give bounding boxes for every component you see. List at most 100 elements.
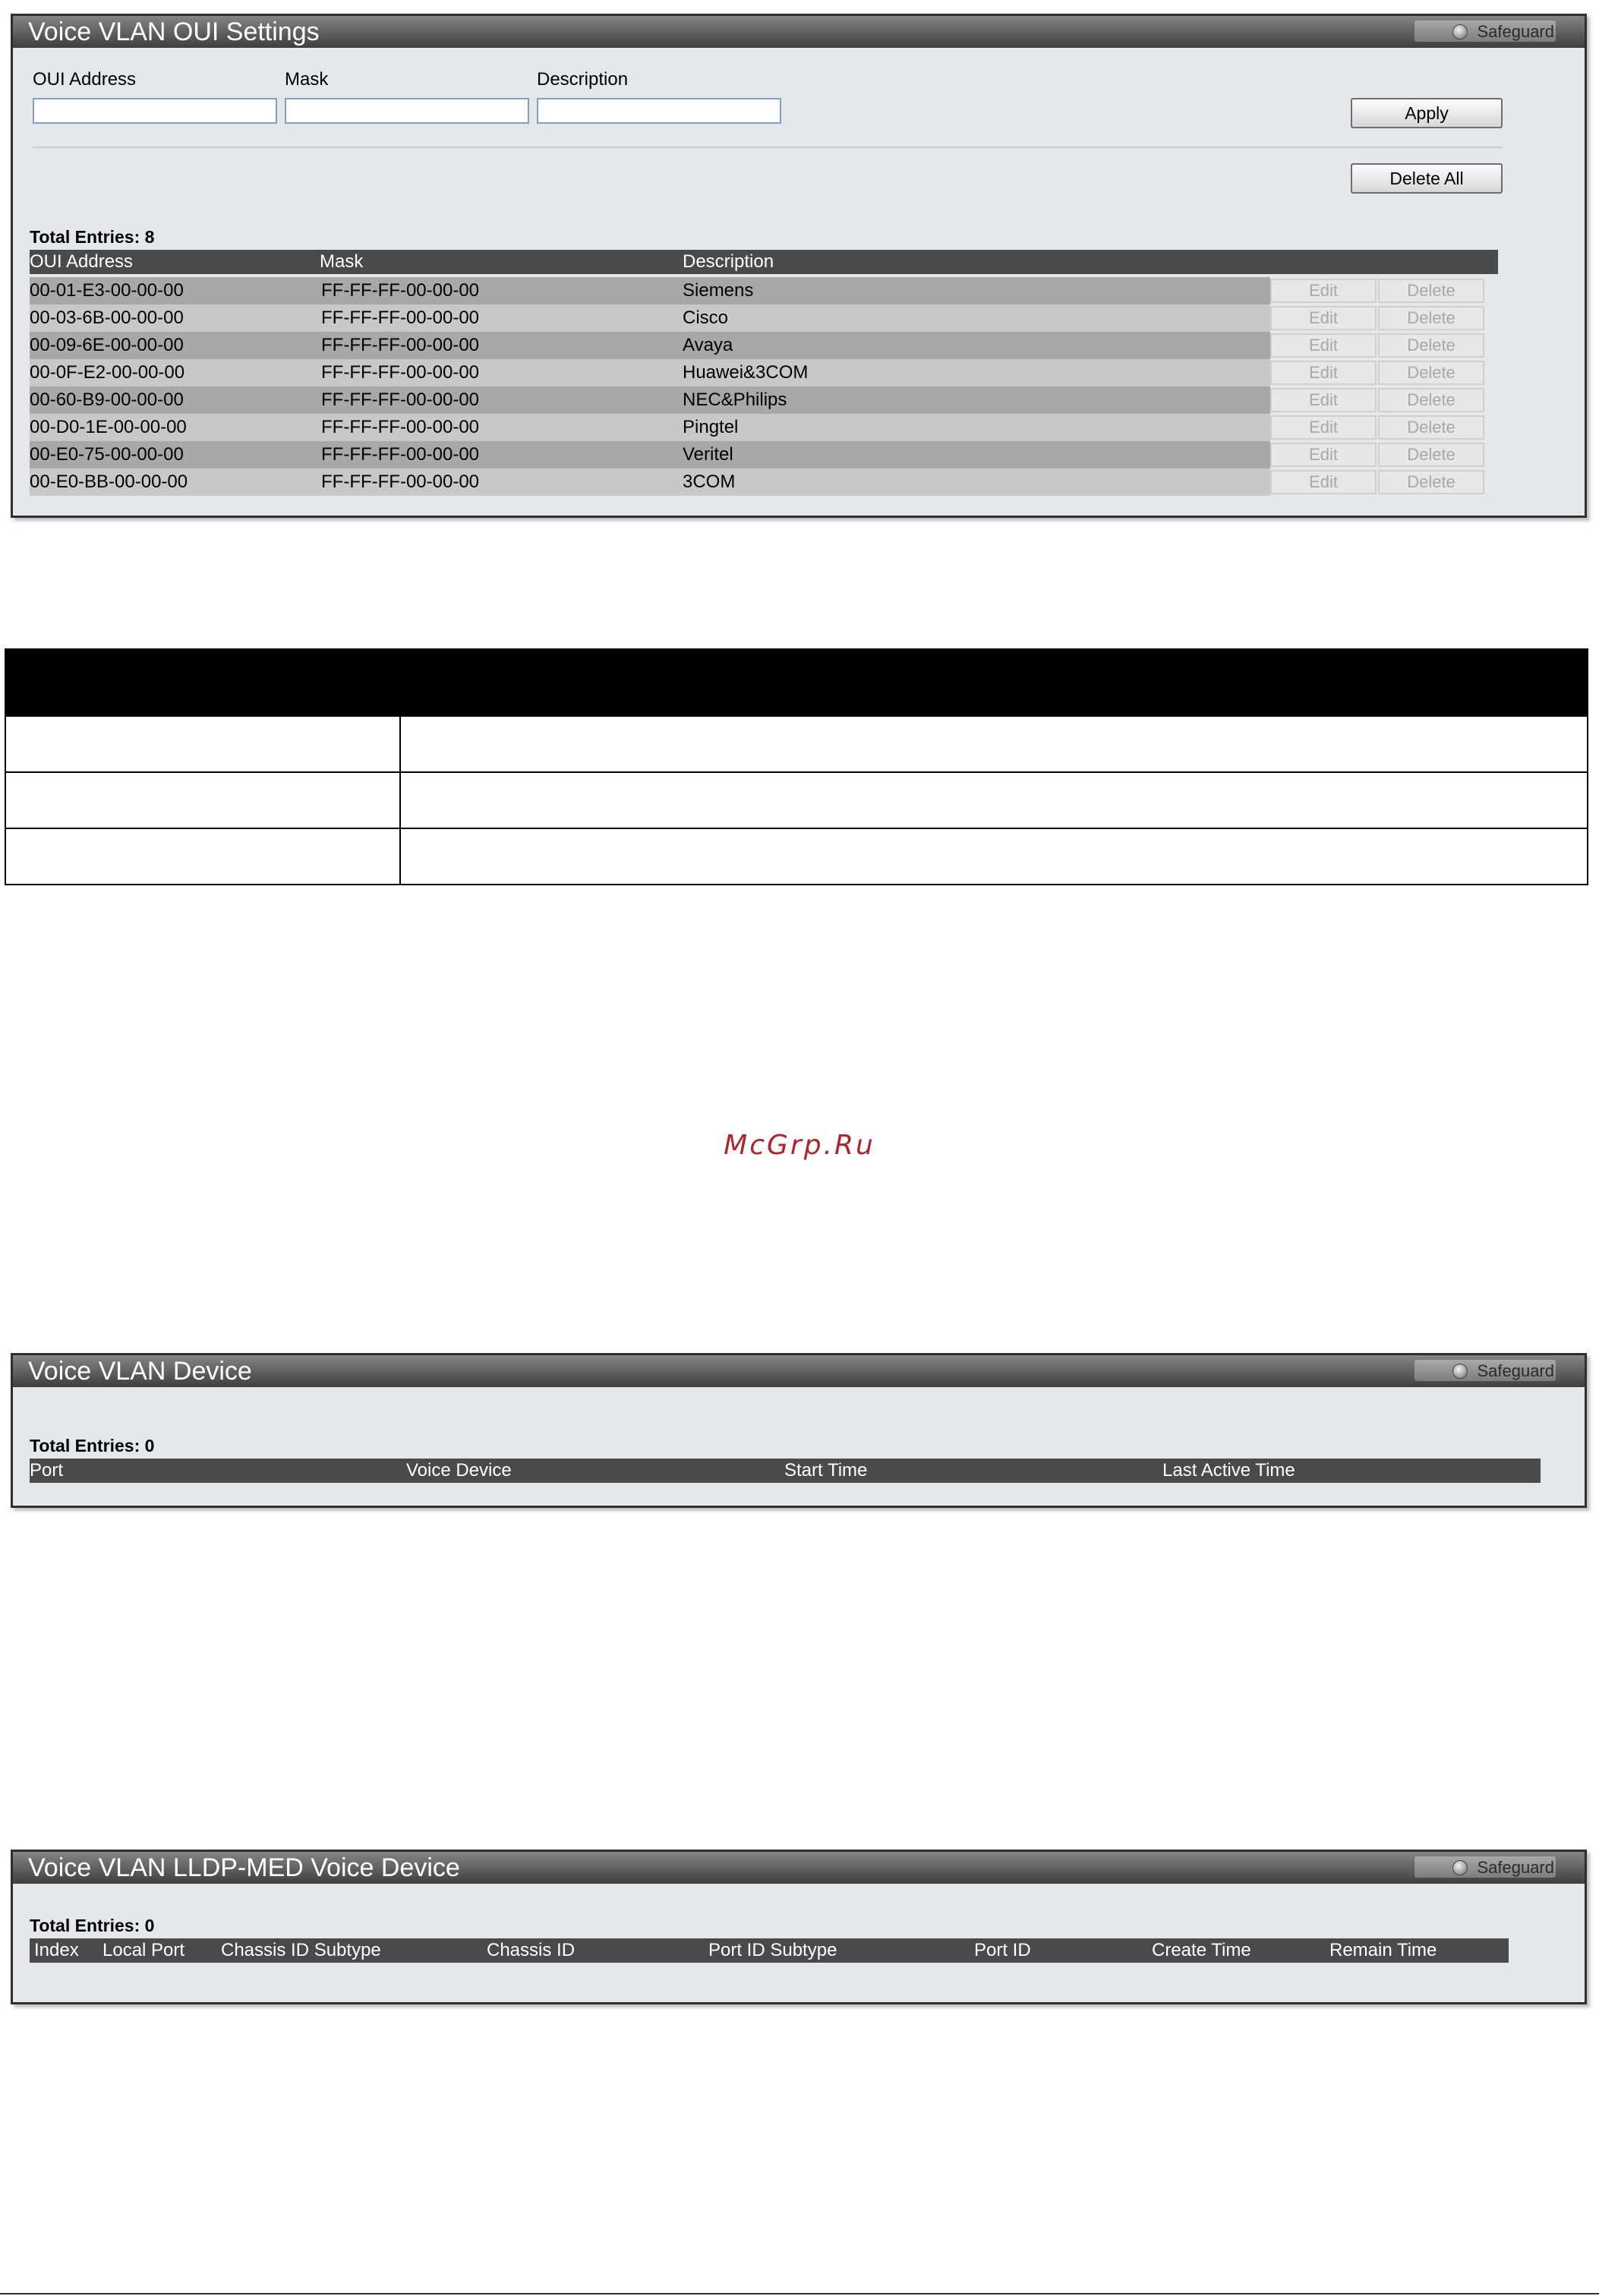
col-last-active-time: Last Active Time (1162, 1460, 1295, 1481)
delete-button[interactable]: Delete (1378, 361, 1484, 385)
table-cell (399, 771, 1588, 829)
oui-address-cell: 00-01-E3-00-00-00 (30, 280, 184, 301)
safeguard-indicator: Safeguard (1452, 1361, 1554, 1381)
table-cell (5, 771, 401, 829)
safeguard-indicator: Safeguard (1452, 22, 1554, 42)
col-create-time: Create Time (1152, 1940, 1251, 1960)
col-chassis-id: Chassis ID (487, 1940, 576, 1960)
lldp-table-header: Index Local Port Chassis ID Subtype Chas… (30, 1938, 1509, 1963)
col-port-id-subtype: Port ID Subtype (708, 1940, 837, 1960)
mask-label: Mask (285, 69, 329, 90)
description-cell: Pingtel (683, 417, 739, 437)
delete-button[interactable]: Delete (1378, 306, 1484, 330)
apply-button[interactable]: Apply (1351, 98, 1503, 128)
description-cell: NEC&Philips (683, 390, 787, 410)
safeguard-status-icon (1452, 1860, 1468, 1875)
edit-button[interactable]: Edit (1270, 443, 1377, 467)
oui-table-header: OUI Address Mask Description (30, 250, 1498, 274)
safeguard-indicator: Safeguard (1452, 1858, 1554, 1878)
mask-cell: FF-FF-FF-00-00-00 (321, 308, 480, 328)
col-port-id: Port ID (974, 1940, 1031, 1960)
panel-title-bar: Voice VLAN Device Safeguard (13, 1355, 1585, 1387)
total-entries: Total Entries: 0 (30, 1916, 155, 1935)
col-voice-device: Voice Device (406, 1460, 512, 1481)
safeguard-label: Safeguard (1477, 1361, 1554, 1380)
panel-title-bar: Voice VLAN OUI Settings Safeguard (13, 16, 1585, 48)
table-row: 00-E0-BB-00-00-00 FF-FF-FF-00-00-00 3COM (30, 468, 1270, 496)
edit-button[interactable]: Edit (1270, 470, 1377, 494)
description-cell: Veritel (683, 444, 733, 465)
col-port: Port (30, 1460, 64, 1481)
lldp-med-voice-device-panel: Voice VLAN LLDP-MED Voice Device Safegua… (11, 1850, 1587, 2004)
table-row: 00-E0-75-00-00-00 FF-FF-FF-00-00-00 Verite… (30, 441, 1270, 468)
oui-address-cell: 00-0F-E2-00-00-00 (30, 362, 185, 383)
mask-cell: FF-FF-FF-00-00-00 (321, 335, 480, 355)
col-chassis-id-subtype: Chassis ID Subtype (221, 1940, 381, 1960)
delete-button[interactable]: Delete (1378, 388, 1484, 412)
edit-button[interactable]: Edit (1270, 388, 1377, 412)
oui-address-cell: 00-09-6E-00-00-00 (30, 335, 184, 355)
oui-address-input[interactable] (33, 98, 277, 124)
description-input[interactable] (537, 98, 781, 124)
delete-button[interactable]: Delete (1378, 443, 1484, 467)
voice-device-panel: Voice VLAN Device Safeguard Total Entrie… (11, 1353, 1587, 1508)
table-row: 00-0F-E2-00-00-00 FF-FF-FF-00-00-00 Huawei… (30, 359, 1270, 386)
mask-cell: FF-FF-FF-00-00-00 (321, 390, 480, 410)
table-cell (399, 715, 1588, 773)
col-start-time: Start Time (784, 1460, 868, 1481)
parameter-description-table (5, 648, 1588, 885)
panel-title: Voice VLAN Device (28, 1357, 252, 1386)
total-entries: Total Entries: 0 (30, 1436, 155, 1456)
voice-device-table-header: Port Voice Device Start Time Last Active… (30, 1459, 1541, 1483)
mask-cell: FF-FF-FF-00-00-00 (321, 280, 480, 301)
safeguard-label: Safeguard (1477, 1858, 1554, 1877)
table-row (5, 828, 1588, 885)
oui-address-cell: 00-60-B9-00-00-00 (30, 390, 184, 410)
oui-address-cell: 00-03-6B-00-00-00 (30, 308, 184, 328)
watermark-text: McGrp.Ru (724, 1130, 875, 1161)
edit-button[interactable]: Edit (1270, 333, 1377, 358)
total-entries: Total Entries: 8 (30, 227, 155, 247)
mask-cell: FF-FF-FF-00-00-00 (321, 472, 480, 492)
delete-button[interactable]: Delete (1378, 279, 1484, 303)
delete-all-button[interactable]: Delete All (1351, 163, 1503, 194)
delete-button[interactable]: Delete (1378, 470, 1484, 494)
mask-cell: FF-FF-FF-00-00-00 (321, 362, 480, 383)
edit-button[interactable]: Edit (1270, 415, 1377, 440)
safeguard-status-icon (1452, 24, 1468, 39)
oui-address-cell: 00-E0-75-00-00-00 (30, 444, 184, 465)
edit-button[interactable]: Edit (1270, 306, 1377, 330)
description-cell: Huawei&3COM (683, 362, 809, 383)
description-cell: 3COM (683, 472, 736, 492)
table-header-cell (399, 648, 1588, 717)
table-cell (399, 828, 1588, 885)
table-row (5, 771, 1588, 829)
description-label: Description (537, 69, 629, 90)
panel-title: Voice VLAN LLDP-MED Voice Device (28, 1853, 460, 1882)
oui-address-label: OUI Address (33, 69, 137, 90)
col-local-port: Local Port (102, 1940, 185, 1960)
col-oui-address: OUI Address (30, 251, 134, 272)
edit-button[interactable]: Edit (1270, 361, 1377, 385)
delete-button[interactable]: Delete (1378, 415, 1484, 440)
table-row (5, 715, 1588, 773)
edit-button[interactable]: Edit (1270, 279, 1377, 303)
separator-line (33, 147, 1503, 148)
mask-cell: FF-FF-FF-00-00-00 (321, 417, 480, 437)
col-remain-time: Remain Time (1329, 1940, 1437, 1960)
page-bottom-rule (0, 2293, 1599, 2294)
panel-title-bar: Voice VLAN LLDP-MED Voice Device Safegua… (13, 1852, 1585, 1884)
panel-title: Voice VLAN OUI Settings (28, 17, 320, 46)
table-row: 00-09-6E-00-00-00 FF-FF-FF-00-00-00 Avaya (30, 332, 1270, 359)
mask-input[interactable] (285, 98, 529, 124)
col-mask: Mask (320, 251, 364, 272)
oui-settings-panel: Voice VLAN OUI Settings Safeguard OUI Ad… (11, 14, 1587, 518)
table-header-cell (5, 648, 401, 717)
description-cell: Cisco (683, 308, 729, 328)
oui-address-cell: 00-D0-1E-00-00-00 (30, 417, 187, 437)
delete-button[interactable]: Delete (1378, 333, 1484, 358)
mask-cell: FF-FF-FF-00-00-00 (321, 444, 480, 465)
table-row: 00-03-6B-00-00-00 FF-FF-FF-00-00-00 Cisco (30, 304, 1270, 332)
safeguard-label: Safeguard (1477, 22, 1554, 41)
table-header-row (5, 648, 1588, 717)
